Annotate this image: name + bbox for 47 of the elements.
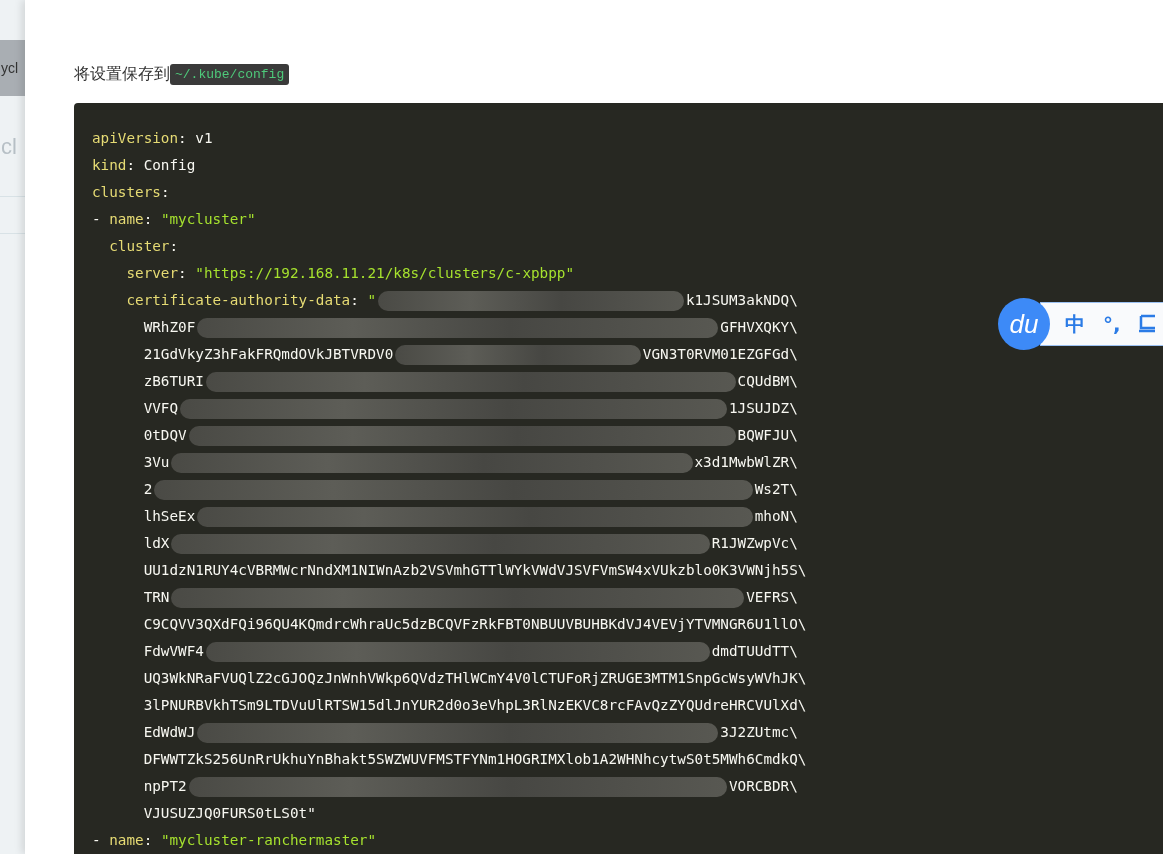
sidebar-label: ycl (0, 60, 19, 76)
code-line: UU1dzN1RUY4cVBRMWcrNndXM1NIWnAzb2VSVmhGTTlWYkVWdVJSVFVmSW4xVUkzblo0K3VWNjh5S\ (142, 561, 807, 580)
code-fragment: 3J2ZUtmc\ (720, 723, 798, 742)
code-fragment: k1JSUM3akNDQ\ (685, 291, 798, 310)
code-line: 3lPNURBVkhTSm9LTDVuUlRTSW15dlJnYUR2d0o3eVhpL3RlNzEKVC8rcFAvQzZYQUdreHRCVUlXd\ (142, 696, 807, 715)
code-fragment: zB6TURI (142, 372, 204, 391)
code-line: apiVersion: v1 (92, 129, 213, 148)
code-fragment: 3Vu (142, 453, 170, 472)
code-line: - name: "mycluster-ranchermaster" (92, 831, 377, 850)
code-fragment: VEFRS\ (746, 588, 798, 607)
code-fragment: 0tDQV (142, 426, 187, 445)
code-fragment: npPT2 (142, 777, 187, 796)
code-fragment: 1JSUJDZ\ (728, 399, 798, 418)
code-fragment: BQWFJU\ (737, 426, 798, 445)
intro-text: 将设置保存到 (74, 64, 170, 84)
code-fragment: VORCBDR\ (728, 777, 798, 796)
code-fragment: VVFQ (142, 399, 179, 418)
code-fragment: ldX (142, 534, 170, 553)
code-line: server: "https://192.168.11.21/k8s/clusters/c-xpbpp" (125, 264, 575, 283)
code-fragment: WRhZ0F (142, 318, 196, 337)
code-fragment: Ws2T\ (754, 480, 798, 499)
code-line: C9CQVV3QXdFQi96QU4KQmdrcWhraUc5dzBCQVFzRkFBT0NBUUVBUHBKdVJ4VEVjYTVMNGR6U1llO\ (142, 615, 807, 634)
mode-button[interactable]: 中 (1065, 310, 1085, 338)
code-line: clusters: (92, 183, 170, 202)
code-fragment: CQUdBM\ (737, 372, 798, 391)
code-fragment: 2 (142, 480, 153, 499)
code-fragment: VGN3T0RVM01EZGFGd\ (642, 345, 798, 364)
code-fragment: lhSeEx (142, 507, 196, 526)
code-fragment: 21GdVkyZ3hFakFRQmdOVkJBTVRDV0 (142, 345, 394, 364)
code-fragment: mhoN\ (754, 507, 798, 526)
inline-code: ~/.kube/config (170, 64, 290, 85)
code-fragment: R1JWZwpVc\ (711, 534, 798, 553)
code-line: VJUSUZJQ0FURS0tLS0t" (142, 804, 316, 823)
code-line: UQ3WkNRaFVUQlZ2cGJOQzJnWnhVWkp6QVdzTHlWCmY4V0lCTUFoRjZRUGE3MTM1SnpGcWsyWVhJK\ (142, 669, 807, 688)
code-fragment: EdWdWJ (142, 723, 196, 742)
code-line: - name: "mycluster" (92, 210, 256, 229)
code-line: cluster: (108, 237, 179, 256)
punctuation-button[interactable]: °, (1103, 312, 1121, 336)
code-fragment: GFHVXQKY\ (720, 318, 798, 337)
code-fragment: dmdTUUdTT\ (711, 642, 798, 661)
keyboard-icon[interactable] (1138, 314, 1155, 334)
code-fragment: x3d1MwbWlZR\ (694, 453, 798, 472)
code-fragment: certificate-authority-data: " (125, 291, 377, 310)
code-line: kind: Config (92, 156, 196, 175)
code-line: DFWWTZkS256UnRrUkhuYnBhakt5SWZWUVFMSTFYNm1HOGRIMXlob1A2WHNhcytwS0t5MWh6CmdkQ\ (142, 750, 807, 769)
code-fragment: TRN (142, 588, 170, 607)
code-fragment: FdwVWF4 (142, 642, 204, 661)
